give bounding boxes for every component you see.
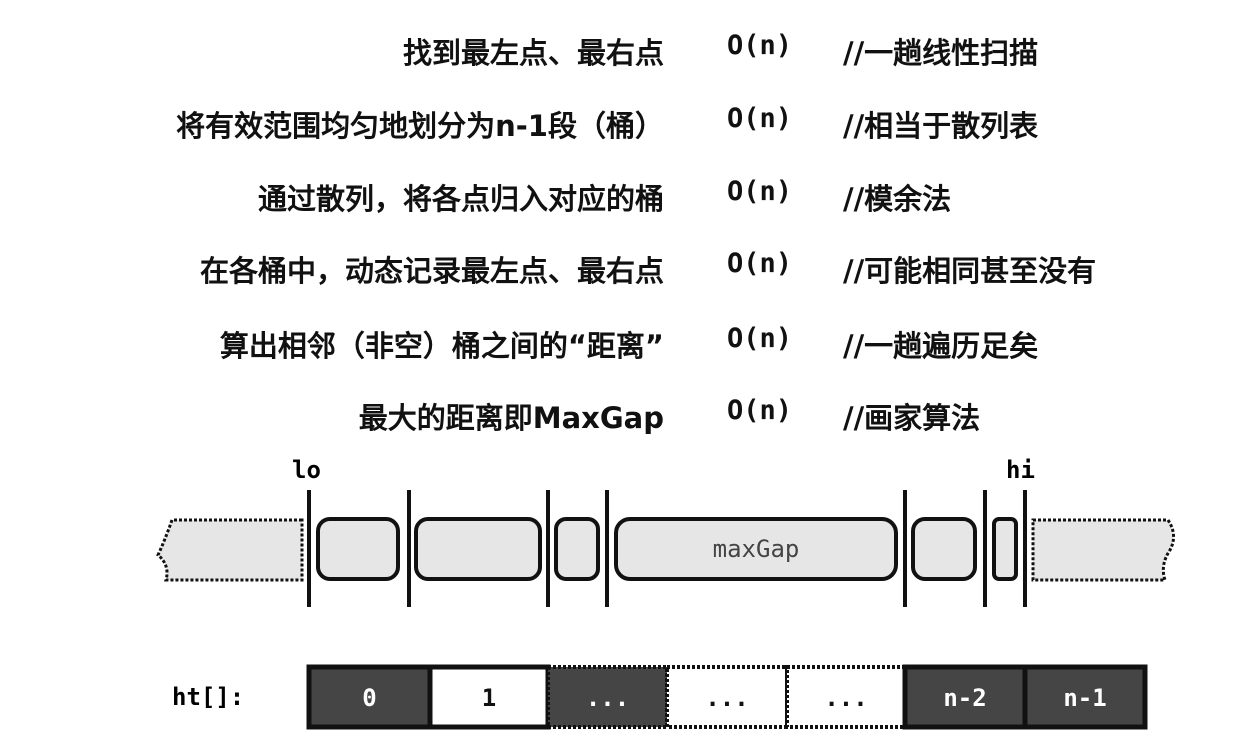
array-cell-label: n-2 [943,684,986,712]
bucket-range-box [414,517,542,581]
lo-label: lo [292,456,321,484]
array-cell-label: ... [705,684,748,712]
max-gap-label: maxGap [713,535,800,563]
maxgap-algorithm-diagram: 找到最左点、最右点 O(n) //一趟线性扫描 将有效范围均匀地划分为n-1段（桶… [0,0,1258,742]
array-cell-label: ... [824,684,867,712]
bucket-range-box [992,517,1018,581]
bucket-range-box [554,517,600,581]
bucket-diagram: lo hi maxGap ht[]: 0 1......... n-2 n-1 [156,456,1175,730]
array-cell-label: 1 [482,684,496,712]
array-cell-label: ... [586,684,629,712]
hi-label: hi [1006,456,1035,484]
bucket-range-box [911,517,977,581]
right-out-of-range-region [1031,518,1175,582]
array-label: ht[]: [172,683,244,711]
bucket-range-box [316,517,400,581]
left-out-of-range-region [156,518,304,582]
array-cell-label: n-1 [1063,684,1106,712]
array-cell-label: 0 [362,684,376,712]
